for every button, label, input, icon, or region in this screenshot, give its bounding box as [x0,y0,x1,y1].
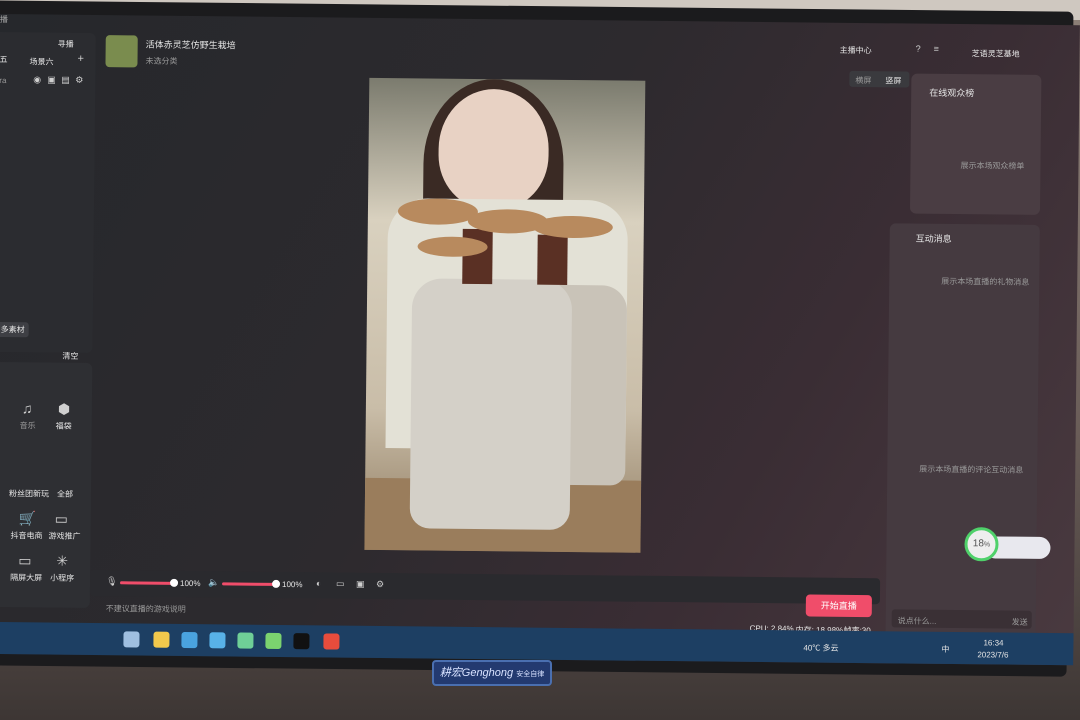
user-name[interactable]: 芝语灵芝基地 [972,48,1020,60]
fan-club-link[interactable]: 粉丝团新玩 [9,488,49,499]
lucky-bag-label: 福袋 [55,421,72,431]
cpu-widget-unit: % [983,541,991,549]
send-button[interactable]: 发送 [1012,617,1028,628]
asterisk-icon[interactable]: ✳ [56,553,68,570]
filter-icon[interactable]: ◐ [316,578,322,588]
help-icon[interactable]: ? [916,44,921,54]
monitor-brand-logo: 耕宏Genghong 安全自律 [432,660,552,686]
mic-icon[interactable]: 🎙 [106,576,118,587]
interaction-panel: 互动消息 展示本场直播的礼物消息 展示本场直播的评论互动消息 说点什么... 发… [885,223,1040,640]
live-preview [364,77,646,553]
portrait-tab[interactable]: 竖屏 [885,75,901,86]
clock-date[interactable]: 2023/7/6 [977,650,1008,659]
lock-icon[interactable]: ▣ [47,74,56,85]
tools-panel: ♫ 音乐 ⬢ 福袋 粉丝团新玩 全部 🛒 抖音电商 ▭ 游戏推广 ▭ 隔屏大屏 … [0,361,93,608]
brand-sub: 安全自律 [516,671,545,678]
camera-icon[interactable]: ▭ [336,579,345,590]
ime-indicator[interactable]: 中 [941,644,949,655]
scene-label[interactable]: 五 [0,54,8,65]
gear-icon[interactable]: ⚙ [75,75,83,86]
app-icon[interactable] [209,632,226,649]
source-item[interactable]: ra [0,76,6,85]
add-icon[interactable]: + [77,53,84,65]
anchor-center-link[interactable]: 主播中心 [840,45,872,56]
start-icon[interactable] [123,631,140,648]
settings-icon[interactable]: ⚙ [376,579,384,590]
mushroom-bag-front [409,278,573,530]
folder-icon[interactable] [153,631,170,648]
weather-text[interactable]: 40℃ 多云 [803,642,838,653]
chat-placeholder: 说点什么... [897,616,937,626]
more-materials-button[interactable]: 多素材 [0,321,29,338]
landscape-tab[interactable]: 横屏 [855,75,871,86]
scene-tab[interactable]: 场景六 [29,56,53,67]
eye-icon[interactable]: ◉ [33,74,41,85]
cart-icon[interactable]: 🛒 [19,510,37,527]
record-icon[interactable]: ▣ [356,579,365,590]
mini-program-label: 小程序 [50,573,75,583]
ext-screen-label: 隔屏大屏 [10,573,43,583]
window-title: 播 [0,14,8,25]
comment-placeholder: 展示本场直播的评论互动消息 [919,464,1024,475]
mic-slider-knob[interactable] [170,578,179,587]
gift-placeholder: 展示本场直播的礼物消息 [941,276,1030,287]
douyin-shop-label: 抖音电商 [10,531,43,541]
clock-time[interactable]: 16:34 [983,638,1003,647]
music-icon[interactable]: ♫ [22,400,33,416]
cpu-widget[interactable]: 18% [964,527,999,562]
brand-name: 耕宏Genghong [439,667,514,679]
speaker-slider[interactable] [222,582,277,586]
music-label: 音乐 [19,421,36,431]
wechat-icon[interactable] [265,632,282,649]
clear-button[interactable]: 清空 [62,351,78,362]
room-avatar[interactable] [105,35,138,68]
gamepad-icon[interactable]: ▭ [55,511,68,528]
audience-placeholder: 展示本场观众榜单 [960,161,1025,171]
hint-text[interactable]: 不建议直播的游戏说明 [106,603,186,615]
monitor-icon[interactable]: ▭ [18,552,31,569]
monitor-screen: 播 五 场景六 + 寻播 ra ◉ ▣ ▤ ⚙ 多素材 清空 ♫ 音乐 ⬢ 福袋… [0,14,1080,666]
store-icon[interactable] [181,631,198,649]
guide-link[interactable]: 寻播 [58,39,74,50]
game-promo-label: 游戏推广 [48,531,81,541]
shield-icon[interactable]: ⬢ [58,401,70,418]
cpu-widget-value: 18 [972,538,985,550]
person-face [437,88,550,210]
control-bar: 🎙 100% 🔈 100% ◐ ▭ ▣ ⚙ [89,569,881,605]
mic-slider[interactable] [120,581,175,585]
douyin-icon[interactable] [293,633,310,650]
scene-panel: 五 场景六 + 寻播 ra ◉ ▣ ▤ ⚙ 多素材 清空 [0,31,96,361]
start-live-button[interactable]: 开始直播 [805,594,872,618]
photo-scene: 播 五 场景六 + 寻播 ra ◉ ▣ ▤ ⚙ 多素材 清空 ♫ 音乐 ⬢ 福袋… [0,0,1080,720]
interact-title: 互动消息 [915,233,952,244]
category-label[interactable]: 未选分类 [145,56,177,67]
trash-icon[interactable]: ▤ [61,75,70,86]
mic-volume: 100% [179,578,201,589]
menu-icon[interactable]: ≡ [934,44,939,54]
speaker-icon[interactable]: 🔈 [208,577,219,588]
browser-icon[interactable] [237,632,254,649]
audience-title: 在线观众榜 [929,87,975,99]
audience-panel: 在线观众榜 展示本场观众榜单 [909,73,1042,215]
mushroom-stem [537,234,568,285]
red-app-icon[interactable] [323,633,340,650]
speaker-volume: 100% [281,579,303,590]
room-title[interactable]: 活体赤灵芝仿野生栽培 [146,38,236,52]
speaker-slider-knob[interactable] [272,579,281,588]
all-link[interactable]: 全部 [57,489,73,500]
